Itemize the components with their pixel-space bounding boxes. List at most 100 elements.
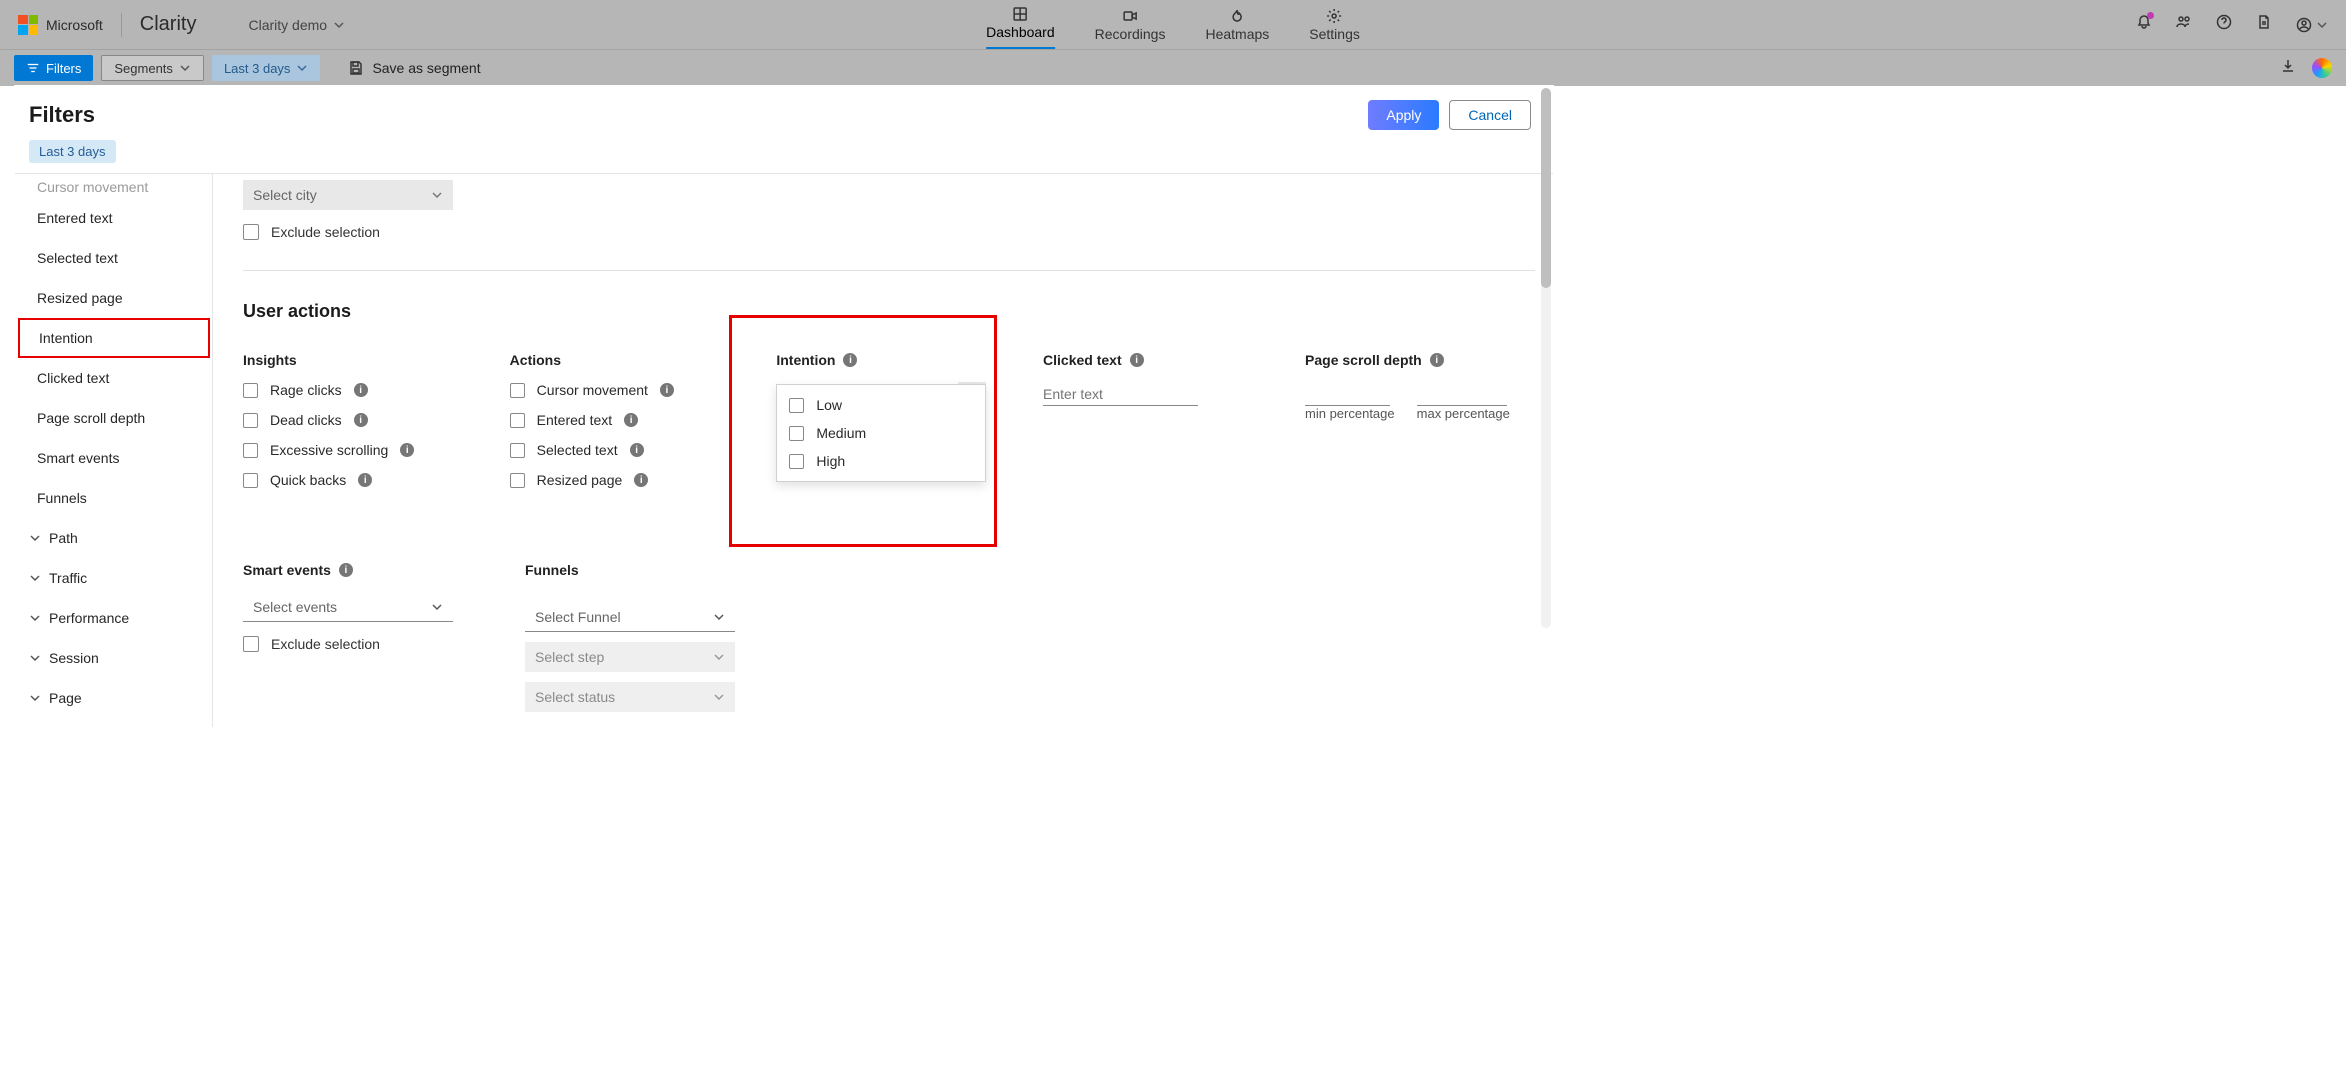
brand-name: Clarity bbox=[140, 13, 197, 36]
sidebar-group-page[interactable]: Page bbox=[15, 678, 212, 718]
section-user-actions: User actions bbox=[243, 301, 1535, 322]
info-icon[interactable]: i bbox=[358, 473, 372, 487]
insights-rage-clicks[interactable]: Rage clicksi bbox=[243, 382, 478, 398]
sidebar-item-resized-page[interactable]: Resized page bbox=[15, 278, 212, 318]
exclude-label: Exclude selection bbox=[271, 224, 380, 240]
modal-title: Filters bbox=[29, 102, 95, 128]
funnel-select[interactable]: Select Funnel bbox=[525, 602, 735, 632]
active-filter-chips: Last 3 days bbox=[15, 140, 1553, 173]
intention-option-high[interactable]: High bbox=[777, 447, 985, 475]
sidebar-item-cursor-movement[interactable]: Cursor movement bbox=[15, 176, 212, 198]
clicked-text-input[interactable] bbox=[1043, 382, 1198, 406]
actions-resized-page[interactable]: Resized pagei bbox=[510, 472, 745, 488]
smart-events-select[interactable]: Select events bbox=[243, 592, 453, 622]
sidebar-item-entered-text[interactable]: Entered text bbox=[15, 198, 212, 238]
info-icon[interactable]: i bbox=[624, 413, 638, 427]
smart-events-exclude[interactable]: Exclude selection bbox=[243, 636, 493, 652]
header-actions bbox=[2136, 14, 2328, 35]
checkbox-icon bbox=[243, 224, 259, 240]
filter-category-sidebar[interactable]: Cursor movement Entered text Selected te… bbox=[15, 174, 213, 727]
divider bbox=[121, 13, 122, 37]
nav-dashboard[interactable]: Dashboard bbox=[986, 4, 1055, 49]
nav-dashboard-label: Dashboard bbox=[986, 24, 1055, 40]
info-icon[interactable]: i bbox=[1130, 353, 1144, 367]
sidebar-item-funnels[interactable]: Funnels bbox=[15, 478, 212, 518]
save-icon bbox=[348, 60, 364, 76]
actions-entered-text[interactable]: Entered texti bbox=[510, 412, 745, 428]
sidebar-item-page-scroll-depth[interactable]: Page scroll depth bbox=[15, 398, 212, 438]
group-label: Path bbox=[49, 530, 78, 546]
chevron-down-icon bbox=[296, 62, 308, 74]
city-select[interactable]: Select city bbox=[243, 180, 453, 210]
info-icon[interactable]: i bbox=[354, 383, 368, 397]
scroll-depth-min-input[interactable] bbox=[1305, 382, 1390, 406]
chip-date-range[interactable]: Last 3 days bbox=[29, 140, 116, 163]
project-selector[interactable]: Clarity demo bbox=[248, 17, 345, 33]
fire-icon bbox=[1229, 6, 1245, 26]
chevron-down-icon bbox=[29, 612, 41, 624]
copilot-icon[interactable] bbox=[2312, 58, 2332, 78]
sidebar-item-clicked-text[interactable]: Clicked text bbox=[15, 358, 212, 398]
actions-selected-text[interactable]: Selected texti bbox=[510, 442, 745, 458]
chevron-down-icon bbox=[713, 651, 725, 663]
exclude-selection-checkbox[interactable]: Exclude selection bbox=[243, 224, 1535, 240]
insights-excessive-scrolling[interactable]: Excessive scrollingi bbox=[243, 442, 478, 458]
city-select-placeholder: Select city bbox=[253, 187, 317, 203]
info-icon[interactable]: i bbox=[339, 563, 353, 577]
nav-heatmaps[interactable]: Heatmaps bbox=[1205, 6, 1269, 49]
funnel-step-select[interactable]: Select step bbox=[525, 642, 735, 672]
document-icon[interactable] bbox=[2256, 14, 2272, 35]
account-icon[interactable] bbox=[2296, 17, 2328, 33]
info-icon[interactable]: i bbox=[1430, 353, 1444, 367]
download-icon[interactable] bbox=[2280, 58, 2296, 79]
ms-label: Microsoft bbox=[46, 17, 103, 33]
chevron-down-icon bbox=[29, 652, 41, 664]
info-icon[interactable]: i bbox=[354, 413, 368, 427]
group-label: Session bbox=[49, 650, 99, 666]
modal-actions: Apply Cancel bbox=[1368, 100, 1531, 130]
info-icon[interactable]: i bbox=[400, 443, 414, 457]
sidebar-item-selected-text[interactable]: Selected text bbox=[15, 238, 212, 278]
sidebar-group-path[interactable]: Path bbox=[15, 518, 212, 558]
intention-option-low[interactable]: Low bbox=[777, 391, 985, 419]
funnel-status-select[interactable]: Select status bbox=[525, 682, 735, 712]
intention-option-medium[interactable]: Medium bbox=[777, 419, 985, 447]
chevron-down-icon bbox=[29, 692, 41, 704]
group-label: Performance bbox=[49, 610, 129, 626]
bell-icon[interactable] bbox=[2136, 14, 2152, 35]
chevron-down-icon bbox=[713, 691, 725, 703]
insights-title: Insights bbox=[243, 352, 478, 368]
info-icon[interactable]: i bbox=[630, 443, 644, 457]
modal-body: Cursor movement Entered text Selected te… bbox=[15, 173, 1553, 727]
filters-button[interactable]: Filters bbox=[14, 55, 93, 81]
segments-label: Segments bbox=[114, 61, 173, 76]
sidebar-item-intention[interactable]: Intention bbox=[18, 318, 210, 358]
info-icon[interactable]: i bbox=[634, 473, 648, 487]
segments-button[interactable]: Segments bbox=[101, 55, 204, 81]
filters-content[interactable]: Select city Exclude selection User actio… bbox=[213, 174, 1553, 727]
sidebar-group-traffic[interactable]: Traffic bbox=[15, 558, 212, 598]
nav-recordings[interactable]: Recordings bbox=[1095, 6, 1166, 49]
apply-button[interactable]: Apply bbox=[1368, 100, 1439, 130]
sidebar-item-smart-events[interactable]: Smart events bbox=[15, 438, 212, 478]
actions-title: Actions bbox=[510, 352, 745, 368]
help-icon[interactable] bbox=[2216, 14, 2232, 35]
min-label: min percentage bbox=[1305, 406, 1395, 421]
actions-cursor-movement[interactable]: Cursor movementi bbox=[510, 382, 745, 398]
info-icon[interactable]: i bbox=[660, 383, 674, 397]
people-icon[interactable] bbox=[2176, 14, 2192, 35]
info-icon[interactable]: i bbox=[843, 353, 857, 367]
sidebar-group-performance[interactable]: Performance bbox=[15, 598, 212, 638]
chevron-down-icon bbox=[2316, 19, 2328, 31]
filters-modal: Filters Apply Cancel Last 3 days Cursor … bbox=[14, 85, 1554, 728]
insights-quick-backs[interactable]: Quick backsi bbox=[243, 472, 478, 488]
date-range-button[interactable]: Last 3 days bbox=[212, 55, 321, 81]
nav-settings[interactable]: Settings bbox=[1309, 6, 1360, 49]
save-as-segment[interactable]: Save as segment bbox=[348, 60, 480, 76]
scrollbar-thumb[interactable] bbox=[1541, 88, 1551, 288]
cancel-button[interactable]: Cancel bbox=[1449, 100, 1531, 130]
ms-logo-block: Microsoft bbox=[18, 15, 103, 35]
scroll-depth-max-input[interactable] bbox=[1417, 382, 1507, 406]
sidebar-group-session[interactable]: Session bbox=[15, 638, 212, 678]
insights-dead-clicks[interactable]: Dead clicksi bbox=[243, 412, 478, 428]
